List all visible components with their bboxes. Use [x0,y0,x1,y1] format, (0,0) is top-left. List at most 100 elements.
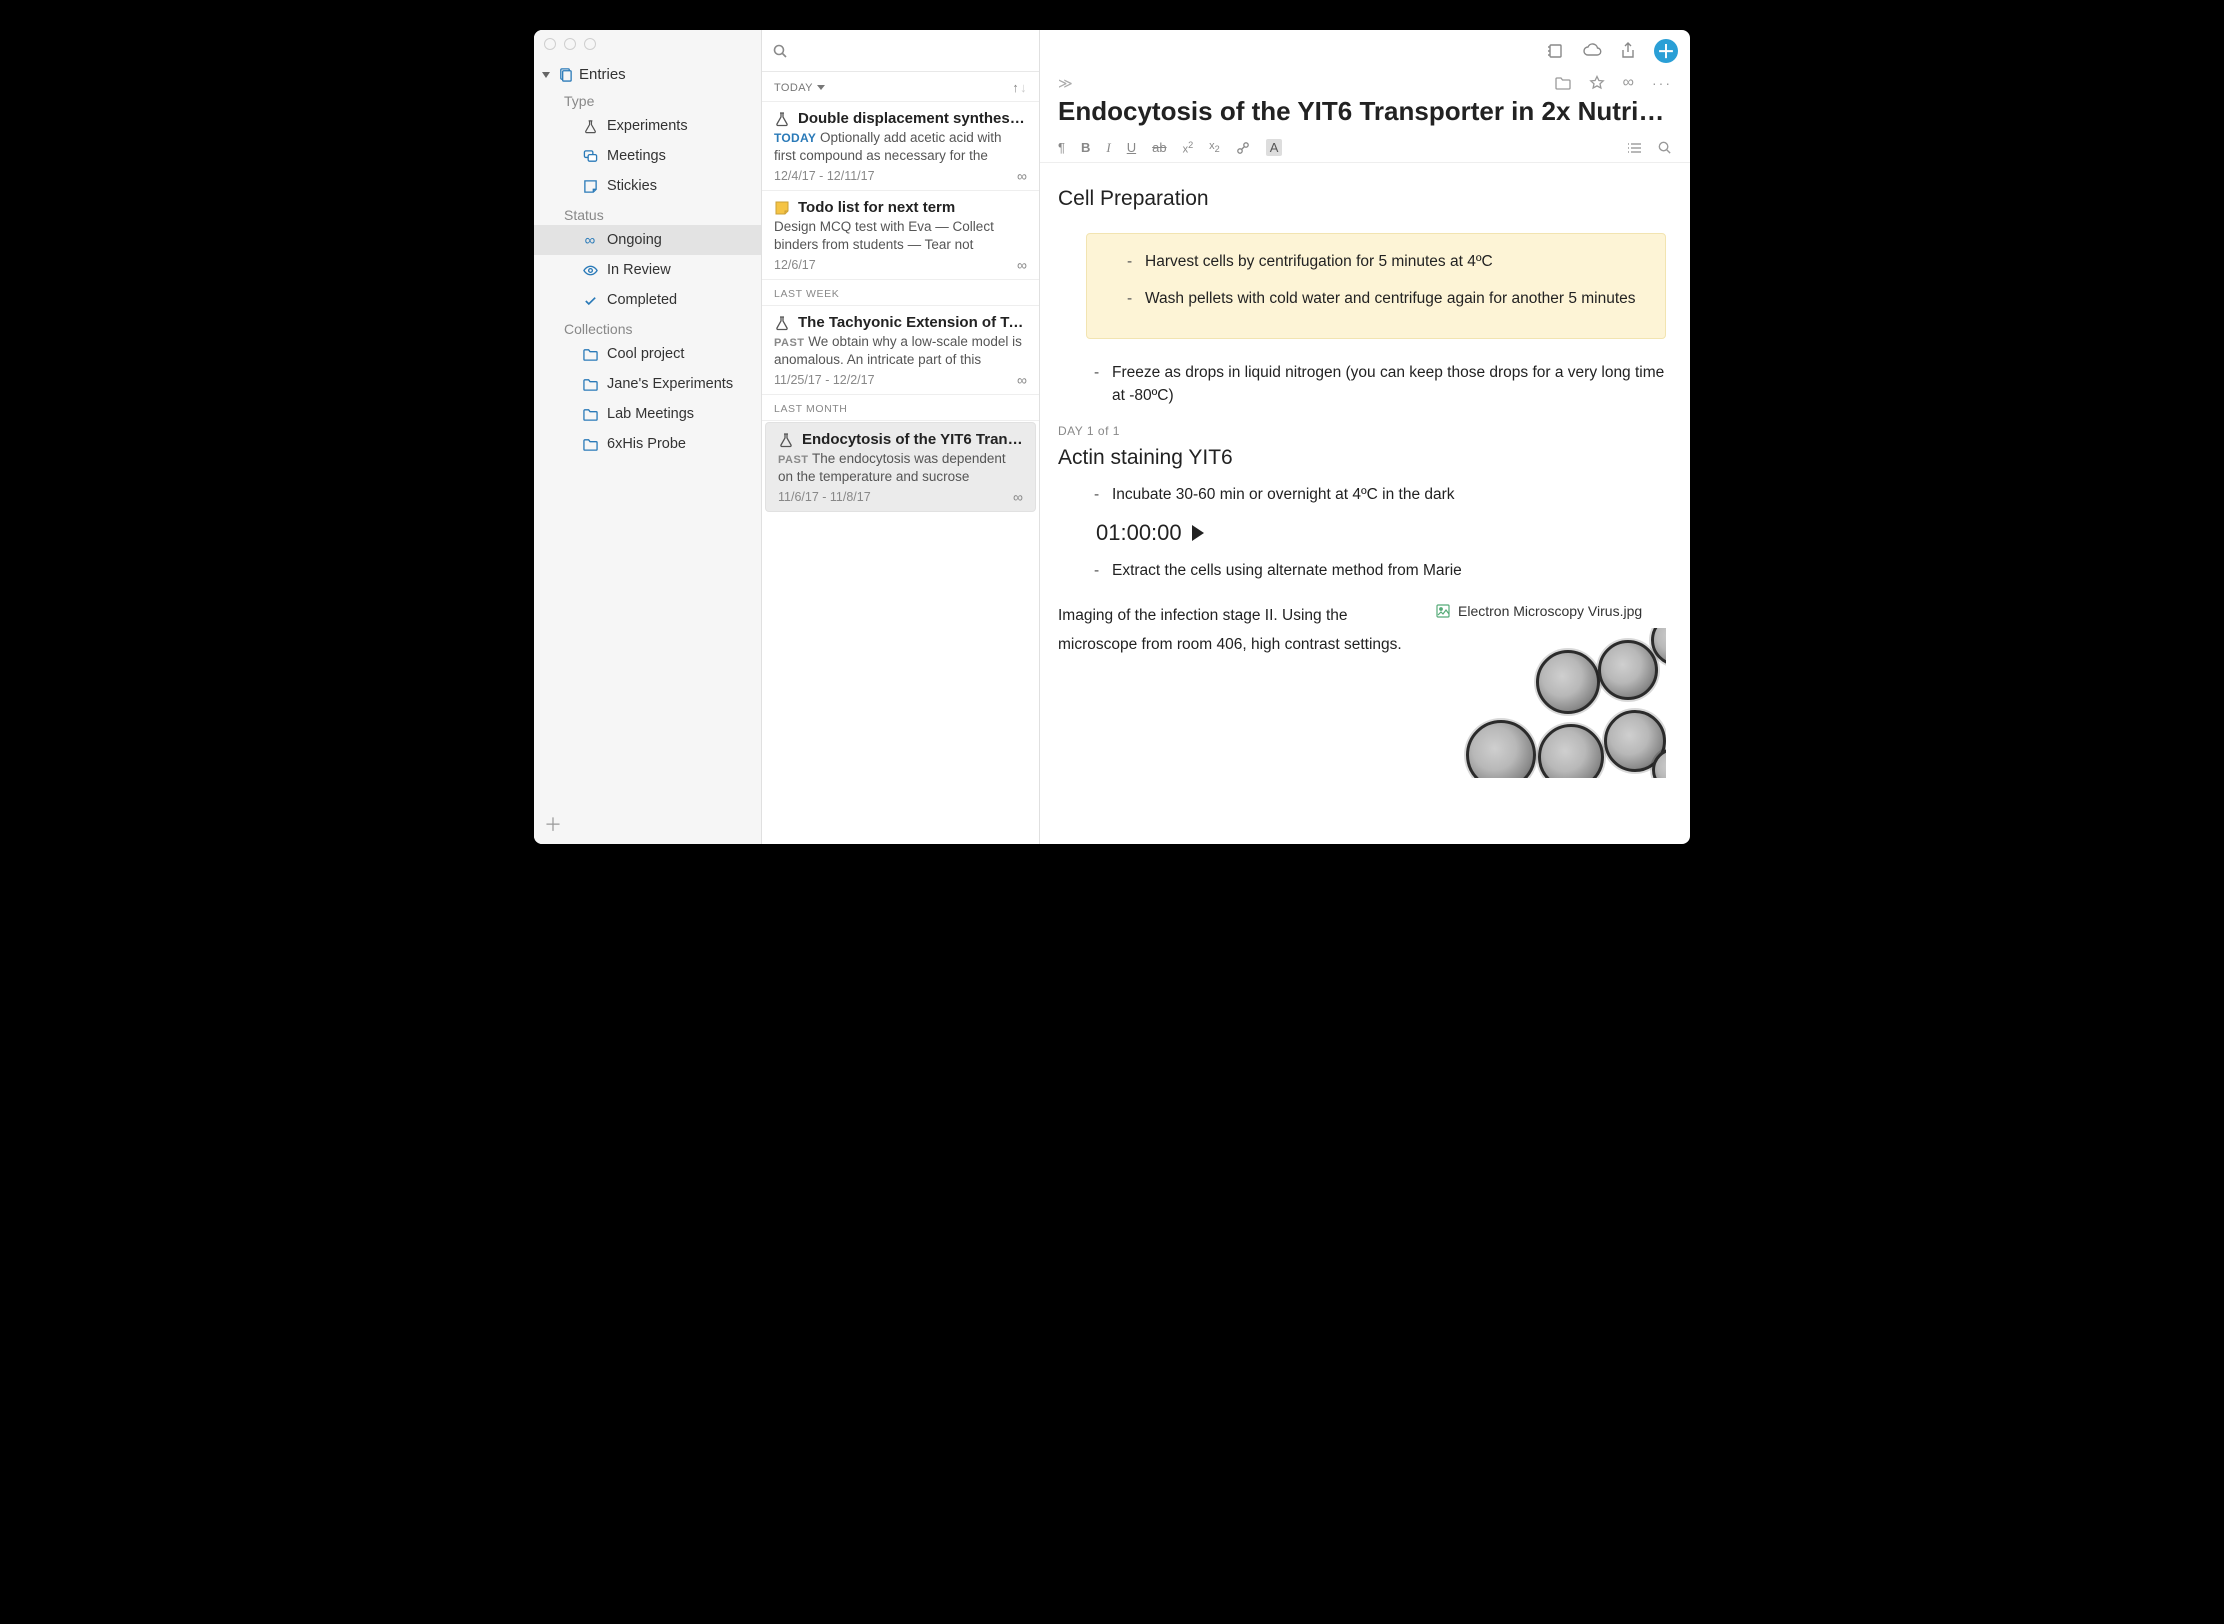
search-icon [772,43,788,59]
flask-icon [582,119,598,134]
entry-date: 12/6/17 [774,258,816,272]
sidebar-item-completed[interactable]: Completed [534,285,761,315]
entry-preview: PAST We obtain why a low-scale model is … [774,333,1027,368]
status-infinity-icon[interactable]: ∞ [1623,74,1634,92]
sidebar-item-label: Cool project [607,343,684,365]
strikethrough-button[interactable]: ab [1152,140,1166,155]
sidebar-item-label: Lab Meetings [607,403,694,425]
folder-icon [582,347,598,362]
attachment-filename: Electron Microscopy Virus.jpg [1458,601,1642,622]
entry-list-item[interactable]: Endocytosis of the YIT6 Trans… PAST The e… [765,422,1036,512]
sidebar: Entries TypeExperimentsMeetingsStickiesS… [534,30,762,844]
sidebar-item-stickies[interactable]: Stickies [534,171,761,201]
app-window: Entries TypeExperimentsMeetingsStickiesS… [534,30,1690,844]
entry-title: The Tachyonic Extension of To… [798,314,1027,331]
sidebar-item-meetings[interactable]: Meetings [534,141,761,171]
entry-badge: TODAY [774,131,816,145]
superscript-button[interactable]: x2 [1183,140,1194,156]
heading-actin: Actin staining YIT6 [1058,442,1666,474]
sidebar-item-cool[interactable]: Cool project [534,339,761,369]
folder-icon [582,377,598,392]
entry-status-icon: ∞ [1017,372,1027,388]
chat-icon [582,149,598,164]
bold-button[interactable]: B [1081,140,1090,155]
check-icon [582,293,598,308]
zoom-window-button[interactable] [584,38,596,50]
find-icon[interactable] [1657,140,1672,155]
sidebar-root-entries[interactable]: Entries [534,62,761,87]
folder-icon[interactable] [1555,76,1571,90]
sidebar-item-labm[interactable]: Lab Meetings [534,399,761,429]
sidebar-item-janes[interactable]: Jane's Experiments [534,369,761,399]
chevron-down-icon [542,72,550,78]
heading-cell-preparation: Cell Preparation [1058,183,1666,215]
add-collection-button[interactable]: ＋ [544,815,562,835]
image-file-icon [1436,604,1450,618]
sidebar-item-experiments[interactable]: Experiments [534,111,761,141]
outline-icon[interactable] [1627,141,1643,155]
infinity-icon: ∞ [582,233,598,248]
entry-preview: TODAY Optionally add acetic acid with fi… [774,129,1027,164]
italic-button[interactable]: I [1106,140,1110,156]
underline-button[interactable]: U [1127,140,1136,155]
list-item: Extract the cells using alternate method… [1094,559,1666,582]
document-body[interactable]: Cell Preparation Harvest cells by centri… [1040,163,1690,844]
entry-list-item[interactable]: Double displacement synthesi…TODAY Optio… [762,102,1039,191]
document-title[interactable]: Endocytosis of the YIT6 Transporter in 2… [1058,94,1672,135]
entry-title: Endocytosis of the YIT6 Trans… [802,431,1023,448]
list-filter-header: TODAY ↑↓ [762,72,1039,102]
document-pane: ＋ ≫ ∞ ··· Endocytosis of the YIT6 Transp… [1040,30,1690,844]
play-icon[interactable] [1192,525,1204,541]
minimize-window-button[interactable] [564,38,576,50]
sidebar-item-label: 6xHis Probe [607,433,686,455]
entry-preview: PAST The endocytosis was dependent on th… [778,450,1023,485]
timer[interactable]: 01:00:00 [1058,516,1666,549]
entry-list-item[interactable]: Todo list for next termDesign MCQ test w… [762,191,1039,280]
cloud-icon[interactable] [1582,42,1602,60]
highlight-button[interactable]: A [1266,139,1283,156]
window-controls [534,30,761,58]
entry-date: 11/25/17 - 12/2/17 [774,373,875,387]
entries-icon [558,67,573,82]
sort-button[interactable]: ↑↓ [1012,80,1027,95]
entry-title: Todo list for next term [798,199,1027,216]
library-icon[interactable] [1546,42,1564,60]
list-filter-dropdown[interactable]: TODAY [774,82,825,94]
link-button[interactable] [1236,141,1250,155]
callout-item: Wash pellets with cold water and centrif… [1127,287,1645,310]
attachment-thumbnail [1436,628,1666,778]
share-icon[interactable] [1620,42,1636,60]
folder-icon [582,437,598,452]
entry-badge: PAST [778,454,809,466]
sidebar-item-label: Completed [607,289,677,311]
sidebar-group-label: Collections [534,315,761,339]
entry-list-item[interactable]: The Tachyonic Extension of To… PAST We ob… [762,306,1039,395]
search-bar[interactable] [762,30,1039,72]
sidebar-item-label: In Review [607,259,671,281]
callout-item: Harvest cells by centrifugation for 5 mi… [1127,250,1645,273]
star-icon[interactable] [1589,75,1605,91]
flask-icon [774,111,790,127]
sidebar-item-label: Experiments [607,115,688,137]
sidebar-item-label: Jane's Experiments [607,373,733,395]
more-icon[interactable]: ··· [1652,75,1672,91]
sidebar-item-his[interactable]: 6xHis Probe [534,429,761,459]
sticky-icon [582,179,598,194]
new-entry-button[interactable]: ＋ [1654,39,1678,63]
list-item: Incubate 30-60 min or overnight at 4ºC i… [1094,483,1666,506]
expand-icon[interactable]: ≫ [1058,75,1073,92]
entry-status-icon: ∞ [1013,489,1023,505]
sidebar-item-inreview[interactable]: In Review [534,255,761,285]
attachment-block[interactable]: Electron Microscopy Virus.jpg [1436,601,1666,778]
flask-icon [778,432,794,448]
sidebar-item-label: Ongoing [607,229,662,251]
paragraph-style-button[interactable]: ¶ [1058,140,1065,155]
entry-status-icon: ∞ [1017,257,1027,273]
day-label: DAY 1 of 1 [1058,422,1666,440]
sidebar-item-ongoing[interactable]: ∞ Ongoing [534,225,761,255]
sidebar-group-label: Type [534,87,761,111]
eye-icon [582,263,598,278]
entry-list-pane: TODAY ↑↓ Double displacement synthesi…TO… [762,30,1040,844]
close-window-button[interactable] [544,38,556,50]
subscript-button[interactable]: x2 [1209,140,1220,154]
